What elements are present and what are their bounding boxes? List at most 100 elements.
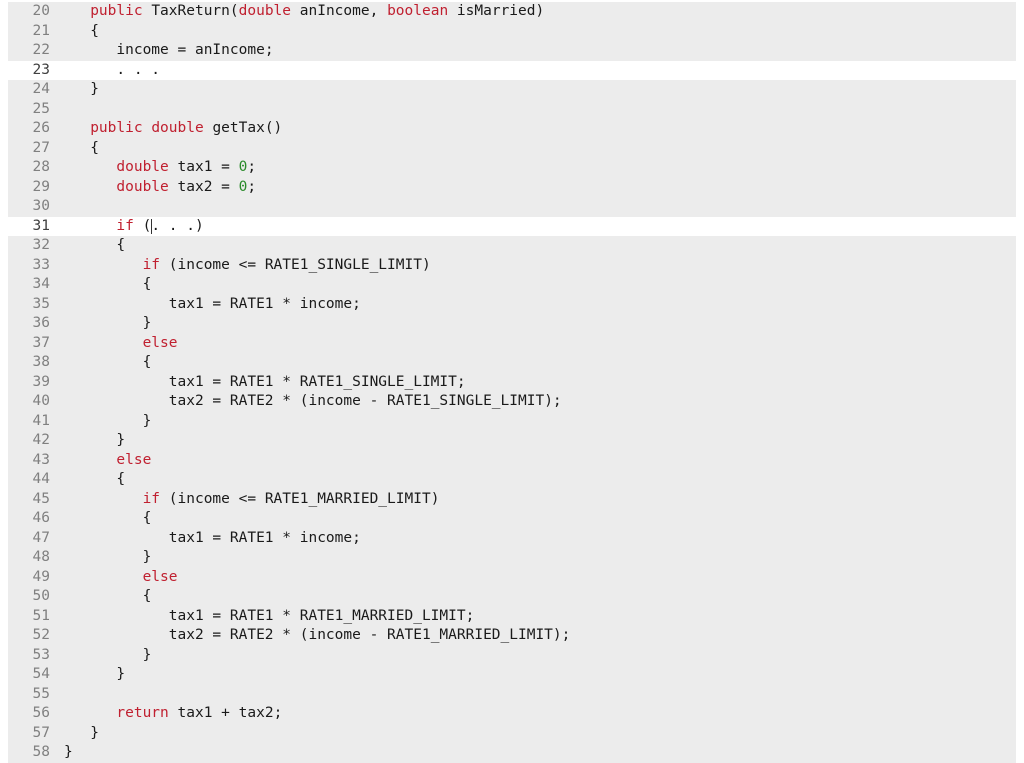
code-line[interactable]: 28 double tax1 = 0;	[8, 158, 1016, 178]
code-content[interactable]: {	[64, 470, 1016, 490]
code-line[interactable]: 50 {	[8, 587, 1016, 607]
code-line[interactable]: 41 }	[8, 412, 1016, 432]
code-line[interactable]: 51 tax1 = RATE1 * RATE1_MARRIED_LIMIT;	[8, 607, 1016, 627]
code-content[interactable]: {	[64, 22, 1016, 42]
code-content[interactable]: {	[64, 509, 1016, 529]
code-line[interactable]: 38 {	[8, 353, 1016, 373]
code-line[interactable]: 54 }	[8, 665, 1016, 685]
code-content[interactable]: else	[64, 568, 1016, 588]
code-content[interactable]: }	[64, 665, 1016, 685]
token-punct: ;	[274, 705, 283, 721]
code-line[interactable]: 27 {	[8, 139, 1016, 159]
code-line[interactable]: 43 else	[8, 451, 1016, 471]
token-ident	[230, 159, 239, 175]
token-type: double	[116, 179, 168, 195]
code-line[interactable]: 35 tax1 = RATE1 * income;	[8, 295, 1016, 315]
code-content[interactable]: }	[64, 80, 1016, 100]
code-line[interactable]: 57 }	[8, 724, 1016, 744]
code-line[interactable]: 29 double tax2 = 0;	[8, 178, 1016, 198]
code-line[interactable]: 47 tax1 = RATE1 * income;	[8, 529, 1016, 549]
token-punct: ()	[265, 120, 282, 136]
token-ident: income	[291, 530, 352, 546]
code-content[interactable]: {	[64, 275, 1016, 295]
code-line[interactable]: 48 }	[8, 548, 1016, 568]
code-line[interactable]: 52 tax2 = RATE2 * (income - RATE1_MARRIE…	[8, 626, 1016, 646]
code-content[interactable]: tax1 = RATE1 * income;	[64, 295, 1016, 315]
code-content[interactable]: else	[64, 451, 1016, 471]
code-line[interactable]: 53 }	[8, 646, 1016, 666]
token-ident: income	[116, 42, 177, 58]
code-editor[interactable]: 20 public TaxReturn(double anIncome, boo…	[8, 2, 1016, 763]
code-line[interactable]: 34 {	[8, 275, 1016, 295]
code-content[interactable]: tax1 = RATE1 * income;	[64, 529, 1016, 549]
code-line[interactable]: 39 tax1 = RATE1 * RATE1_SINGLE_LIMIT;	[8, 373, 1016, 393]
token-ident: anIncome	[291, 3, 370, 19]
code-content[interactable]: {	[64, 139, 1016, 159]
token-ident	[160, 257, 169, 273]
token-ident: tax2	[169, 179, 221, 195]
token-operator: =	[212, 608, 221, 624]
line-number: 56	[8, 704, 64, 724]
code-content[interactable]: }	[64, 431, 1016, 451]
code-line[interactable]: 23 . . .	[8, 61, 1016, 81]
code-content[interactable]: {	[64, 353, 1016, 373]
code-content[interactable]: public TaxReturn(double anIncome, boolea…	[64, 2, 1016, 22]
code-line[interactable]: 20 public TaxReturn(double anIncome, boo…	[8, 2, 1016, 22]
code-content[interactable]: return tax1 + tax2;	[64, 704, 1016, 724]
code-content[interactable]: }	[64, 412, 1016, 432]
code-line[interactable]: 32 {	[8, 236, 1016, 256]
code-content[interactable]: }	[64, 548, 1016, 568]
code-content[interactable]: tax2 = RATE2 * (income - RATE1_MARRIED_L…	[64, 626, 1016, 646]
code-content[interactable]: }	[64, 314, 1016, 334]
line-number: 28	[8, 158, 64, 178]
line-number: 52	[8, 626, 64, 646]
code-content[interactable]: else	[64, 334, 1016, 354]
code-content[interactable]: if (. . .)	[64, 217, 1016, 237]
code-line[interactable]: 25	[8, 100, 1016, 120]
code-line[interactable]: 37 else	[8, 334, 1016, 354]
token-ident: anIncome	[186, 42, 265, 58]
code-line[interactable]: 26 public double getTax()	[8, 119, 1016, 139]
code-line[interactable]: 44 {	[8, 470, 1016, 490]
code-line[interactable]: 36 }	[8, 314, 1016, 334]
code-content[interactable]: if (income <= RATE1_MARRIED_LIMIT)	[64, 490, 1016, 510]
token-ident: tax2	[169, 627, 213, 643]
code-line[interactable]: 22 income = anIncome;	[8, 41, 1016, 61]
code-line[interactable]: 30	[8, 197, 1016, 217]
code-content[interactable]: . . .	[64, 61, 1016, 81]
line-number: 54	[8, 665, 64, 685]
code-line[interactable]: 42 }	[8, 431, 1016, 451]
code-content[interactable]: }	[64, 646, 1016, 666]
code-line[interactable]: 40 tax2 = RATE2 * (income - RATE1_SINGLE…	[8, 392, 1016, 412]
code-content[interactable]: {	[64, 236, 1016, 256]
code-line[interactable]: 49 else	[8, 568, 1016, 588]
code-content[interactable]: tax1 = RATE1 * RATE1_SINGLE_LIMIT;	[64, 373, 1016, 393]
code-content[interactable]: public double getTax()	[64, 119, 1016, 139]
code-content[interactable]: double tax2 = 0;	[64, 178, 1016, 198]
code-line[interactable]: 21 {	[8, 22, 1016, 42]
line-number: 58	[8, 743, 64, 763]
code-content[interactable]: }	[64, 743, 1016, 763]
code-line[interactable]: 56 return tax1 + tax2;	[8, 704, 1016, 724]
code-line[interactable]: 33 if (income <= RATE1_SINGLE_LIMIT)	[8, 256, 1016, 276]
code-content[interactable]: tax1 = RATE1 * RATE1_MARRIED_LIMIT;	[64, 607, 1016, 627]
token-punct: )	[195, 218, 204, 234]
code-content[interactable]: income = anIncome;	[64, 41, 1016, 61]
token-ident: tax1	[169, 530, 213, 546]
code-content[interactable]: double tax1 = 0;	[64, 158, 1016, 178]
token-punct: ;	[247, 179, 256, 195]
code-content[interactable]: {	[64, 587, 1016, 607]
code-line[interactable]: 46 {	[8, 509, 1016, 529]
code-content[interactable]: }	[64, 724, 1016, 744]
code-line[interactable]: 45 if (income <= RATE1_MARRIED_LIMIT)	[8, 490, 1016, 510]
token-ident: RATE1	[221, 296, 282, 312]
code-line[interactable]: 55	[8, 685, 1016, 705]
code-line[interactable]: 31 if (. . .)	[8, 217, 1016, 237]
code-content[interactable]: if (income <= RATE1_SINGLE_LIMIT)	[64, 256, 1016, 276]
code-line[interactable]: 24 }	[8, 80, 1016, 100]
code-line[interactable]: 58}	[8, 743, 1016, 763]
code-content[interactable]: tax2 = RATE2 * (income - RATE1_SINGLE_LI…	[64, 392, 1016, 412]
line-number: 57	[8, 724, 64, 744]
line-number: 37	[8, 334, 64, 354]
token-operator: *	[282, 608, 291, 624]
